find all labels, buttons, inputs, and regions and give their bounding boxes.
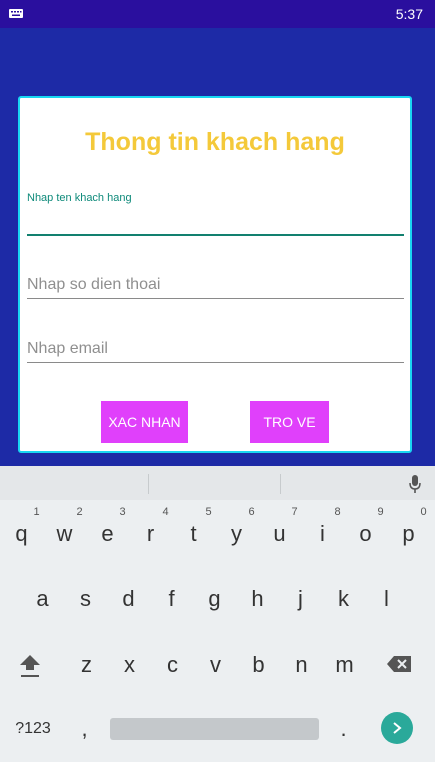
key-s[interactable]: s [64,579,107,619]
key-label: p [402,521,415,546]
key-z[interactable]: z [65,645,108,685]
next-arrow-icon[interactable] [381,712,413,744]
key-label: i [320,521,325,546]
key-hint: 0 [420,506,427,518]
comma-key[interactable]: , [63,709,106,749]
key-n[interactable]: n [280,645,323,685]
page-title: Thong tin khach hang [85,128,345,156]
key-label: t [190,521,197,546]
key-label: e [101,521,114,546]
key-u[interactable]: 7u [258,506,301,554]
email-input[interactable] [27,340,404,358]
soft-keyboard: 1q2w3e4r5t6y7u8i9o0p asdfghjkl zxcvbnm ?… [0,466,435,762]
key-label: u [273,521,286,546]
key-t[interactable]: 5t [172,506,215,554]
key-l[interactable]: l [365,579,408,619]
key-h[interactable]: h [236,579,279,619]
key-d[interactable]: d [107,579,150,619]
key-label: o [359,521,372,546]
period-key[interactable]: . [322,709,365,749]
symbols-key[interactable]: ?123 [10,709,56,749]
suggestion-divider [148,474,149,494]
key-c[interactable]: c [151,645,194,685]
key-m[interactable]: m [323,645,366,685]
key-w[interactable]: 2w [43,506,86,554]
phone-input[interactable] [27,276,404,294]
key-y[interactable]: 6y [215,506,258,554]
back-button[interactable]: TRO VE [250,401,329,443]
key-k[interactable]: k [322,579,365,619]
key-x[interactable]: x [108,645,151,685]
email-field[interactable] [27,322,404,363]
key-g[interactable]: g [193,579,236,619]
confirm-button[interactable]: XAC NHAN [101,401,188,443]
key-label: y [231,521,242,546]
status-bar: 5:37 [0,0,435,28]
chevron-right-icon [393,722,402,734]
key-o[interactable]: 9o [344,506,387,554]
phone-field[interactable] [27,258,404,299]
key-r[interactable]: 4r [129,506,172,554]
key-v[interactable]: v [194,645,237,685]
key-label: q [15,521,28,546]
key-b[interactable]: b [237,645,280,685]
key-f[interactable]: f [150,579,193,619]
suggestion-strip [0,466,435,500]
suggestion-divider [280,474,281,494]
backspace-icon[interactable] [387,656,411,672]
customer-name-field[interactable] [27,194,404,236]
key-label: w [56,521,73,546]
keyboard-icon [9,9,23,18]
key-p[interactable]: 0p [387,506,430,554]
mic-icon[interactable] [409,475,421,493]
key-j[interactable]: j [279,579,322,619]
key-e[interactable]: 3e [86,506,129,554]
key-a[interactable]: a [21,579,64,619]
customer-info-card: Thong tin khach hang Nhap ten khach hang… [18,96,412,453]
clock: 5:37 [395,6,423,22]
space-key[interactable] [110,718,319,740]
key-i[interactable]: 8i [301,506,344,554]
key-q[interactable]: 1q [0,506,43,554]
customer-name-input[interactable] [27,212,404,230]
key-label: r [146,521,155,546]
shift-icon[interactable] [18,652,42,678]
